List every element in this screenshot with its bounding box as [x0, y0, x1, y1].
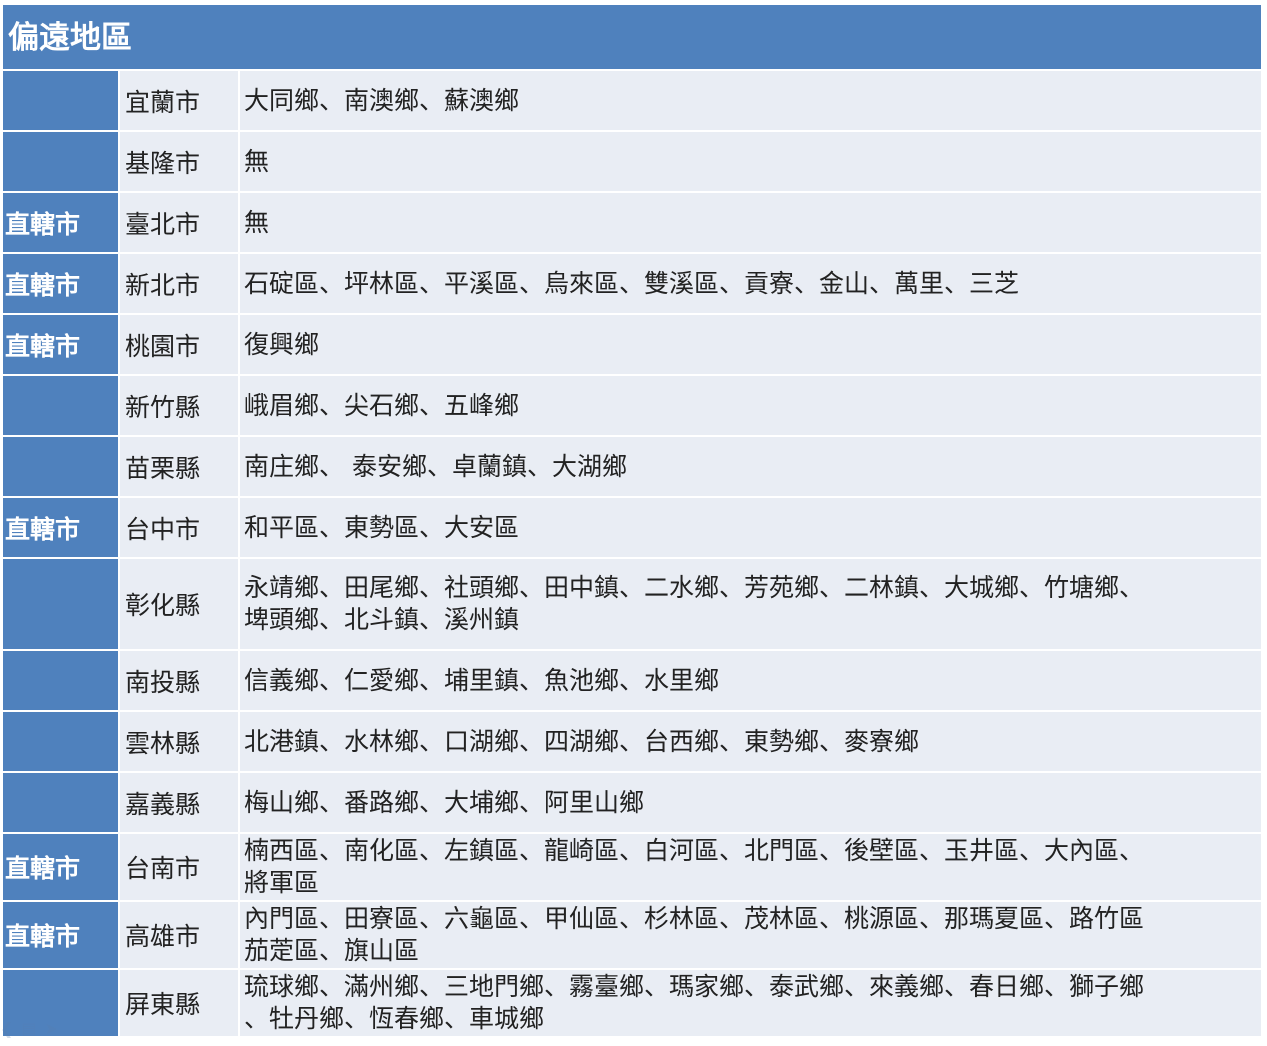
area-list: 復興鄉	[240, 315, 1261, 374]
area-list: 北港鎮、水林鄉、口湖鄉、四湖鄉、台西鄉、東勢鄉、麥寮鄉	[240, 712, 1261, 771]
city-name: 彰化縣	[120, 559, 240, 649]
municipality-tag: 直轄市	[3, 193, 120, 252]
municipality-tag	[3, 651, 120, 710]
table-title: 偏遠地區	[3, 5, 1261, 71]
city-name: 新北市	[120, 254, 240, 313]
area-list: 峨眉鄉、尖石鄉、五峰鄉	[240, 376, 1261, 435]
table-row: 南投縣 信義鄉、仁愛鄉、埔里鎮、魚池鄉、水里鄉	[3, 651, 1261, 712]
area-line-continued: 將軍區	[244, 868, 320, 897]
table-row: 雲林縣 北港鎮、水林鄉、口湖鄉、四湖鄉、台西鄉、東勢鄉、麥寮鄉	[3, 712, 1261, 773]
municipality-tag: 直轄市	[3, 834, 120, 900]
slide-nav-controls[interactable]: ❮ ▤ ➤	[0, 1019, 58, 1038]
municipality-tag	[3, 773, 120, 832]
area-line: 內門區、田寮區、六龜區、甲仙區、杉林區、茂林區、桃源區、那瑪夏區、路竹區	[244, 904, 1145, 933]
area-line: 永靖鄉、田尾鄉、社頭鄉、田中鎮、二水鄉、芳苑鄉、二林鎮、大城鄉、竹塘鄉、	[244, 573, 1145, 602]
city-name: 屏東縣	[120, 970, 240, 1036]
area-list: 和平區、東勢區、大安區	[240, 498, 1261, 557]
remote-areas-table: 偏遠地區 宜蘭市 大同鄉、南澳鄉、蘇澳鄉 基隆市 無 直轄市 臺北市 無 直轄市…	[3, 5, 1261, 1038]
area-list: 永靖鄉、田尾鄉、社頭鄉、田中鎮、二水鄉、芳苑鄉、二林鎮、大城鄉、竹塘鄉、 埤頭鄉…	[240, 559, 1261, 649]
back-arrow-icon[interactable]: ❮	[0, 1019, 13, 1038]
area-list: 梅山鄉、番路鄉、大埔鄉、阿里山鄉	[240, 773, 1261, 832]
city-name: 台南市	[120, 834, 240, 900]
area-line: 琉球鄉、滿州鄉、三地門鄉、霧臺鄉、瑪家鄉、泰武鄉、來義鄉、春日鄉、獅子鄉	[244, 972, 1145, 1001]
table-row: 直轄市 臺北市 無	[3, 193, 1261, 254]
city-name: 高雄市	[120, 902, 240, 968]
city-name: 嘉義縣	[120, 773, 240, 832]
table-row: 直轄市 高雄市 內門區、田寮區、六龜區、甲仙區、杉林區、茂林區、桃源區、那瑪夏區…	[3, 902, 1261, 970]
city-name: 台中市	[120, 498, 240, 557]
menu-icon[interactable]: ▤	[21, 1019, 36, 1038]
area-list: 南庄鄉、 泰安鄉、卓蘭鎮、大湖鄉	[240, 437, 1261, 496]
table-row: 直轄市 台中市 和平區、東勢區、大安區	[3, 498, 1261, 559]
area-list: 楠西區、南化區、左鎮區、龍崎區、白河區、北門區、後壁區、玉井區、大內區、 將軍區	[240, 834, 1261, 900]
city-name: 新竹縣	[120, 376, 240, 435]
area-line: 信義鄉、仁愛鄉、埔里鎮、魚池鄉、水里鄉	[244, 665, 720, 695]
area-list: 內門區、田寮區、六龜區、甲仙區、杉林區、茂林區、桃源區、那瑪夏區、路竹區 茄萣區…	[240, 902, 1261, 968]
area-line: 石碇區、坪林區、平溪區、烏來區、雙溪區、貢寮、金山、萬里、三芝	[244, 268, 1020, 298]
area-line: 無	[244, 207, 270, 237]
city-name: 宜蘭市	[120, 71, 240, 130]
area-line-continued: 、牡丹鄉、恆春鄉、車城鄉	[244, 1004, 545, 1033]
area-list: 大同鄉、南澳鄉、蘇澳鄉	[240, 71, 1261, 130]
municipality-tag	[3, 559, 120, 649]
municipality-tag	[3, 437, 120, 496]
municipality-tag	[3, 712, 120, 771]
municipality-tag	[3, 132, 120, 191]
area-list: 石碇區、坪林區、平溪區、烏來區、雙溪區、貢寮、金山、萬里、三芝	[240, 254, 1261, 313]
table-row: 宜蘭市 大同鄉、南澳鄉、蘇澳鄉	[3, 71, 1261, 132]
table-row: 新竹縣 峨眉鄉、尖石鄉、五峰鄉	[3, 376, 1261, 437]
city-name: 雲林縣	[120, 712, 240, 771]
area-line: 和平區、東勢區、大安區	[244, 512, 520, 542]
area-line: 梅山鄉、番路鄉、大埔鄉、阿里山鄉	[244, 787, 645, 817]
city-name: 南投縣	[120, 651, 240, 710]
table-row: 直轄市 新北市 石碇區、坪林區、平溪區、烏來區、雙溪區、貢寮、金山、萬里、三芝	[3, 254, 1261, 315]
municipality-tag: 直轄市	[3, 315, 120, 374]
area-list: 無	[240, 193, 1261, 252]
table-row: 基隆市 無	[3, 132, 1261, 193]
city-name: 基隆市	[120, 132, 240, 191]
municipality-tag: 直轄市	[3, 498, 120, 557]
area-list: 信義鄉、仁愛鄉、埔里鎮、魚池鄉、水里鄉	[240, 651, 1261, 710]
table-row: 苗栗縣 南庄鄉、 泰安鄉、卓蘭鎮、大湖鄉	[3, 437, 1261, 498]
area-line-continued: 茄萣區、旗山區	[244, 936, 420, 965]
area-line: 無	[244, 146, 270, 176]
area-line: 峨眉鄉、尖石鄉、五峰鄉	[244, 390, 520, 420]
municipality-tag	[3, 376, 120, 435]
table-row: 嘉義縣 梅山鄉、番路鄉、大埔鄉、阿里山鄉	[3, 773, 1261, 834]
area-line: 南庄鄉、 泰安鄉、卓蘭鎮、大湖鄉	[244, 451, 627, 481]
table-row: 屏東縣 琉球鄉、滿州鄉、三地門鄉、霧臺鄉、瑪家鄉、泰武鄉、來義鄉、春日鄉、獅子鄉…	[3, 970, 1261, 1038]
table-row: 直轄市 台南市 楠西區、南化區、左鎮區、龍崎區、白河區、北門區、後壁區、玉井區、…	[3, 834, 1261, 902]
area-line-continued: 埤頭鄉、北斗鎮、溪州鎮	[244, 605, 520, 634]
municipality-tag	[3, 71, 120, 130]
table-row: 彰化縣 永靖鄉、田尾鄉、社頭鄉、田中鎮、二水鄉、芳苑鄉、二林鎮、大城鄉、竹塘鄉、…	[3, 559, 1261, 651]
city-name: 臺北市	[120, 193, 240, 252]
area-line: 北港鎮、水林鄉、口湖鄉、四湖鄉、台西鄉、東勢鄉、麥寮鄉	[244, 726, 920, 756]
table-row: 直轄市 桃園市 復興鄉	[3, 315, 1261, 376]
municipality-tag: 直轄市	[3, 902, 120, 968]
city-name: 苗栗縣	[120, 437, 240, 496]
municipality-tag: 直轄市	[3, 254, 120, 313]
area-list: 琉球鄉、滿州鄉、三地門鄉、霧臺鄉、瑪家鄉、泰武鄉、來義鄉、春日鄉、獅子鄉 、牡丹…	[240, 970, 1261, 1036]
area-line: 大同鄉、南澳鄉、蘇澳鄉	[244, 85, 520, 115]
city-name: 桃園市	[120, 315, 240, 374]
area-list: 無	[240, 132, 1261, 191]
area-line: 復興鄉	[244, 329, 320, 359]
area-line: 楠西區、南化區、左鎮區、龍崎區、白河區、北門區、後壁區、玉井區、大內區、	[244, 836, 1145, 865]
forward-arrow-icon[interactable]: ➤	[45, 1019, 58, 1038]
